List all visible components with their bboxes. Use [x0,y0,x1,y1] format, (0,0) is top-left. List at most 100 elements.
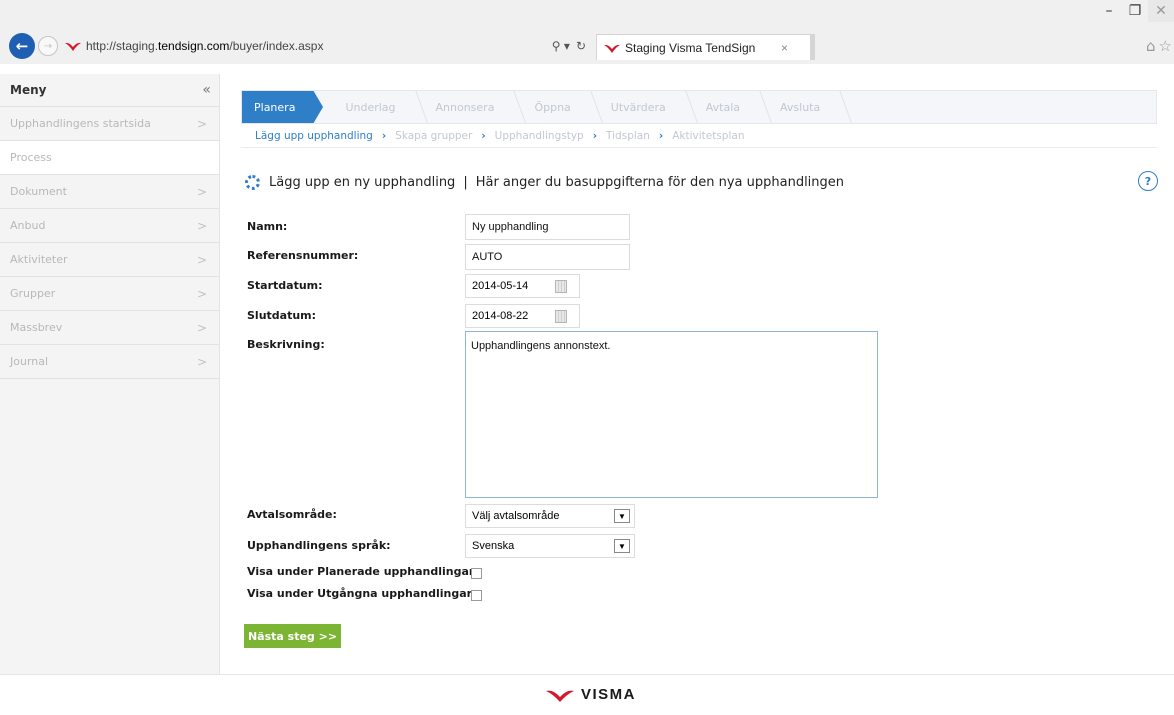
planerade-checkbox[interactable] [471,568,482,579]
visma-logo-icon [546,690,574,702]
referensnummer-input[interactable] [465,244,630,270]
sidebar-item-label: Dokument [10,185,67,198]
startdatum-label: Startdatum: [247,279,323,292]
address-bar[interactable]: http://staging. tendsign.com/buyer/index.… [62,34,590,58]
chevron-right-icon: › [658,129,664,142]
sidebar-menu: Meny « Upphandlingens startsida > Proces… [0,74,220,674]
sidebar-item-massbrev[interactable]: Massbrev > [0,311,219,345]
chevron-right-icon: > [196,218,207,233]
chevron-right-icon: › [592,129,598,142]
startdatum-field[interactable]: 2014-05-14 [465,274,580,298]
back-button[interactable]: ← [9,33,35,59]
chevron-right-icon: › [481,129,486,142]
sidebar-header: Meny « [0,74,219,107]
sidebar-item-anbud[interactable]: Anbud > [0,209,219,243]
sidebar-item-aktiviteter[interactable]: Aktiviteter > [0,243,219,277]
visma-logo: VISMA [545,686,636,703]
close-window-button[interactable]: ✕ [1148,0,1174,22]
page-subtitle: Här anger du basuppgifterna för den nya … [475,175,845,190]
sprak-select[interactable]: Svenska ▼ [465,534,635,558]
substep-lagg-upp[interactable]: Lägg upp upphandling [255,130,373,142]
search-icon[interactable]: ⚲ ▾ [552,39,570,53]
planerade-label: Visa under Planerade upphandlingar: [247,565,479,578]
sidebar-item-label: Aktiviteter [10,253,68,266]
url-prefix: http://staging. [86,39,159,53]
sidebar-item-journal[interactable]: Journal > [0,345,219,379]
sprak-value: Svenska [472,540,515,552]
sidebar-item-startsida[interactable]: Upphandlingens startsida > [0,107,219,141]
step-annonsera[interactable]: Annonsera [414,91,513,123]
minimize-button[interactable]: – [1096,0,1122,22]
process-steps: Planera Underlag Annonsera Öppna Utvärde… [241,90,1157,124]
chevron-right-icon: › [381,129,387,142]
chevron-right-icon: > [196,354,207,369]
window-controls: – ❐ ✕ [1096,0,1174,22]
step-avsluta[interactable]: Avsluta [758,91,838,123]
sidebar-item-label: Grupper [10,287,56,300]
chevron-right-icon: > [196,184,207,199]
beskrivning-textarea[interactable]: Upphandlingens annonstext. [465,331,878,498]
utgangna-checkbox[interactable] [471,590,482,601]
sidebar-item-process[interactable]: Process [0,141,219,175]
chevron-down-icon: ▼ [614,539,630,553]
sub-steps: Lägg upp upphandling › Skapa grupper › U… [241,124,1157,148]
arrow-right-icon: → [43,40,53,52]
sidebar-title: Meny [10,83,47,97]
step-utvardera[interactable]: Utvärdera [589,91,684,123]
chevron-down-icon: ▼ [614,509,630,523]
substep-tidsplan[interactable]: Tidsplan [606,130,650,142]
visma-logo-text: VISMA [581,686,637,703]
chevron-right-icon: > [196,320,207,335]
page-title: Lägg upp en ny upphandling | Här anger d… [245,175,844,190]
gear-icon [245,175,260,190]
substep-aktivitetsplan[interactable]: Aktivitetsplan [672,130,744,142]
title-separator: | [463,175,468,190]
step-oppna[interactable]: Öppna [512,91,588,123]
sprak-label: Upphandlingens språk: [247,539,391,552]
slutdatum-label: Slutdatum: [247,309,317,322]
main-content: Planera Underlag Annonsera Öppna Utvärde… [221,74,1174,674]
arrow-left-icon: ← [15,37,29,55]
restore-button[interactable]: ❐ [1122,0,1148,22]
referensnummer-label: Referensnummer: [247,249,359,262]
home-icon[interactable]: ⌂ [1146,37,1156,55]
sidebar-item-grupper[interactable]: Grupper > [0,277,219,311]
address-tools: ⚲ ▾ ↻ [552,39,586,53]
refresh-icon[interactable]: ↻ [576,39,586,53]
avtalsomrade-select[interactable]: Välj avtalsområde ▼ [465,504,635,528]
sidebar-item-label: Anbud [10,219,46,232]
sidebar-item-label: Journal [10,355,49,368]
avtalsomrade-label: Avtalsområde: [247,508,337,521]
url-host: tendsign.com [158,39,230,53]
favorites-star-icon[interactable]: ☆ [1159,37,1172,55]
namn-input[interactable] [465,214,630,240]
utgangna-label: Visa under Utgångna upphandlingar: [247,587,477,600]
calendar-icon[interactable] [555,309,567,323]
chevron-right-icon: > [196,116,207,131]
avtalsomrade-value: Välj avtalsområde [472,510,560,522]
tab-title: Staging Visma TendSign [625,40,756,55]
substep-skapa-grupper[interactable]: Skapa grupper [395,130,472,142]
browser-tab[interactable]: Staging Visma TendSign × [596,34,811,60]
footer-divider [0,674,1174,675]
page-title-text: Lägg upp en ny upphandling [269,175,456,190]
collapse-sidebar-icon[interactable]: « [202,82,211,98]
forward-button[interactable]: → [38,36,58,56]
startdatum-value: 2014-05-14 [472,280,529,292]
chevron-right-icon: > [196,252,207,267]
sidebar-item-label: Upphandlingens startsida [10,117,151,130]
step-avtala[interactable]: Avtala [684,91,758,123]
calendar-icon[interactable] [555,279,567,293]
new-tab-button[interactable] [811,34,815,60]
chevron-right-icon: > [196,286,207,301]
browser-toolbar-icons: ⌂ ☆ [1146,37,1172,55]
tab-close-icon[interactable]: × [781,41,788,55]
help-icon[interactable]: ? [1138,171,1158,191]
step-underlag[interactable]: Underlag [323,91,413,123]
next-step-button[interactable]: Nästa steg >> [244,624,341,648]
visma-favicon-icon [65,42,81,51]
substep-upphandlingstyp[interactable]: Upphandlingstyp [495,130,584,142]
step-planera[interactable]: Planera [242,91,324,123]
sidebar-item-dokument[interactable]: Dokument > [0,175,219,209]
slutdatum-field[interactable]: 2014-08-22 [465,304,580,328]
